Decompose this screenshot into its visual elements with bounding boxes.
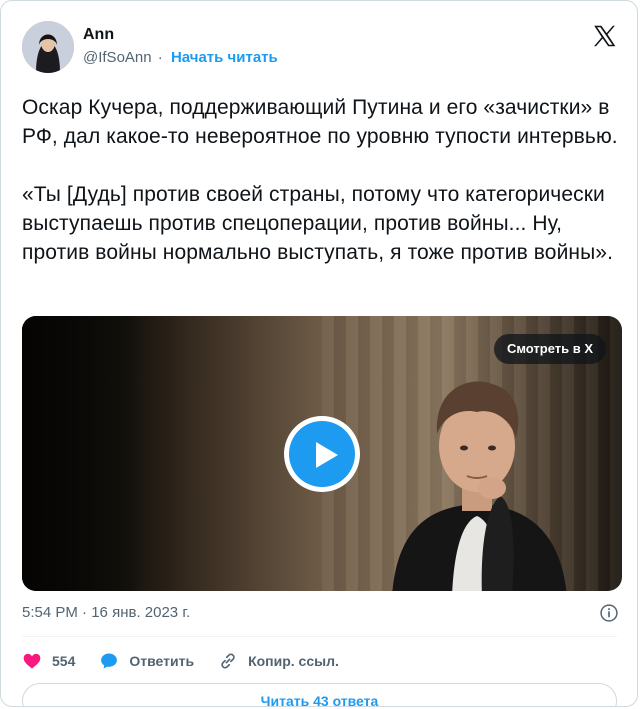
- reply-bubble-icon: [101, 653, 118, 669]
- like-button[interactable]: 554: [22, 651, 75, 671]
- play-button-fill: [289, 421, 355, 487]
- author-handle[interactable]: @IfSoAnn: [83, 49, 152, 66]
- watch-on-x-button[interactable]: Смотреть в X: [493, 334, 606, 364]
- avatar-portrait-icon: [22, 21, 74, 73]
- heart-icon: [23, 653, 41, 669]
- tweet-paragraph: «Ты [Дудь] против своей страны, потому ч…: [22, 183, 613, 264]
- author-block: Ann @IfSoAnn · Начать читать: [83, 25, 278, 69]
- copy-link-button[interactable]: Копир. ссыл.: [218, 651, 339, 671]
- video-thumbnail-person: [392, 381, 567, 591]
- separator-dot: ·: [82, 604, 88, 621]
- link-icon: [221, 653, 235, 669]
- author-name[interactable]: Ann: [83, 25, 278, 45]
- play-icon: [316, 442, 338, 468]
- tweet-header: Ann @IfSoAnn · Начать читать: [22, 21, 617, 77]
- play-button[interactable]: [284, 416, 360, 492]
- tweet-time: 5:54 PM: [22, 604, 78, 621]
- separator-dot: ·: [157, 49, 163, 66]
- handle-row: @IfSoAnn · Начать читать: [83, 47, 278, 69]
- action-bar: 554 Ответить Копир. ссыл.: [22, 649, 363, 673]
- tweet-date: 16 янв. 2023 г.: [91, 604, 191, 621]
- tweet-paragraph: Оскар Кучера, поддерживающий Путина и ег…: [22, 96, 618, 148]
- tweet-timestamp[interactable]: 5:54 PM · 16 янв. 2023 г.: [22, 602, 190, 624]
- like-count: 554: [52, 653, 76, 669]
- divider: [22, 636, 617, 637]
- tweet-text: Оскар Кучера, поддерживающий Путина и ег…: [22, 93, 622, 267]
- read-replies-button[interactable]: Читать 43 ответа: [22, 683, 617, 706]
- avatar[interactable]: [22, 21, 74, 73]
- tweet-card: Ann @IfSoAnn · Начать читать Оскар Кучер…: [0, 0, 638, 707]
- reply-button[interactable]: Ответить: [99, 651, 194, 671]
- copy-link-label: Копир. ссыл.: [248, 653, 339, 669]
- info-icon[interactable]: [599, 603, 619, 623]
- follow-button[interactable]: Начать читать: [171, 49, 278, 66]
- reply-label: Ответить: [129, 653, 195, 669]
- video-shadow: [22, 316, 142, 591]
- x-logo-icon[interactable]: [591, 23, 617, 49]
- video-player[interactable]: Смотреть в X: [22, 316, 622, 591]
